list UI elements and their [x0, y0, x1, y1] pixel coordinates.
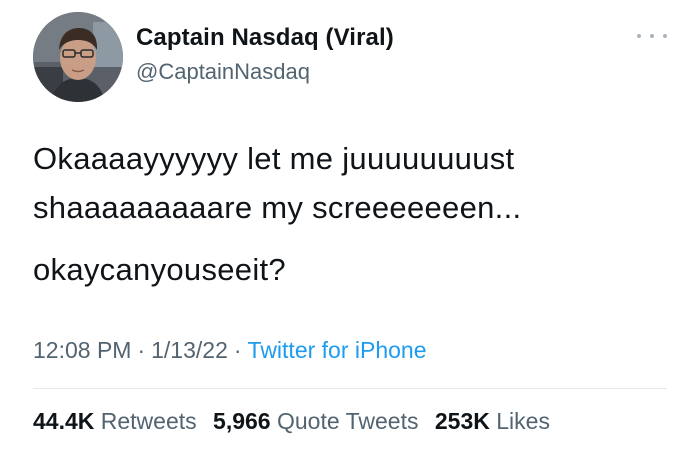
more-dot: [650, 34, 654, 38]
more-horizontal-icon[interactable]: [637, 26, 667, 46]
tweet-card: Captain Nasdaq (Viral) @CaptainNasdaq Ok…: [0, 0, 700, 454]
tweet-time[interactable]: 12:08 PM: [33, 337, 131, 363]
meta-separator: ·: [233, 337, 242, 363]
retweets-label: Retweets: [100, 408, 197, 434]
likes-label: Likes: [496, 408, 550, 434]
tweet-text-line: okaycanyouseeit?: [33, 252, 286, 287]
quote-tweets-label: Quote Tweets: [276, 408, 419, 434]
likes-stat[interactable]: 253K Likes: [435, 408, 550, 434]
tweet-text-line: shaaaaaaaaare my screeeeeeen...: [33, 190, 522, 225]
quote-tweets-count: 5,966: [213, 408, 271, 434]
tweet-text-line: Okaaaayyyyyy let me juuuuuuuust: [33, 141, 515, 176]
tweet-date[interactable]: 1/13/22: [151, 337, 228, 363]
more-dot: [663, 34, 667, 38]
divider: [33, 388, 667, 389]
quote-tweets-stat[interactable]: 5,966 Quote Tweets: [213, 408, 418, 434]
tweet-stats: 44.4K Retweets 5,966 Quote Tweets 253K L…: [33, 408, 560, 435]
avatar-image: [33, 12, 123, 102]
more-dot: [637, 34, 641, 38]
tweet-meta: 12:08 PM · 1/13/22 · Twitter for iPhone: [33, 337, 427, 364]
tweet-source-link[interactable]: Twitter for iPhone: [248, 337, 427, 363]
meta-separator: ·: [137, 337, 146, 363]
retweets-stat[interactable]: 44.4K Retweets: [33, 408, 197, 434]
retweets-count: 44.4K: [33, 408, 95, 434]
likes-count: 253K: [434, 408, 490, 434]
display-name[interactable]: Captain Nasdaq (Viral): [136, 24, 394, 52]
user-handle[interactable]: @CaptainNasdaq: [136, 59, 310, 85]
avatar[interactable]: [33, 12, 123, 102]
